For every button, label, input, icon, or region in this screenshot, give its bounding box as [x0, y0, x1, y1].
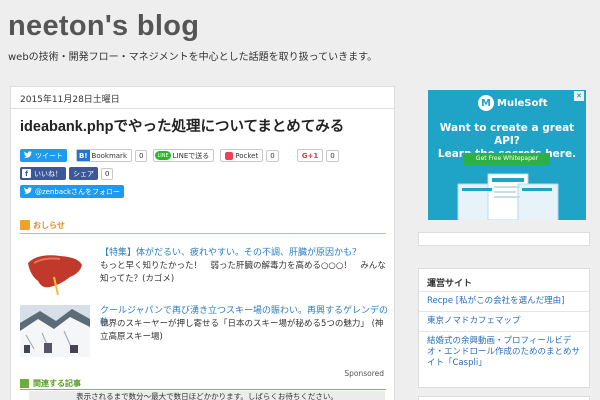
share-row-2: f いいね！ シェア 0 [20, 167, 114, 180]
sidebar-blank-box [418, 232, 590, 246]
whitepaper-illustration [448, 172, 568, 220]
google-plus-count: 0 [326, 149, 339, 162]
ski-resort-thumbnail [20, 305, 90, 357]
news-description: 世界のスキーヤーが押し寄せる「日本のスキー場が秘める5つの魅力」 (神立高原スキ… [100, 319, 384, 342]
facebook-count: 0 [101, 167, 114, 180]
mulesoft-logo: M MuleSoft [478, 95, 547, 111]
news-description: もっと早く知りたかった！ 弱った肝臓の解毒力を高める○○○！ みんな知ってた？(… [100, 261, 386, 284]
blog-title[interactable]: neeton's blog [8, 8, 588, 44]
news-item[interactable]: 【特集】体がだるい、疲れやすい。その不調、肝臓が原因かも？ もっと早く知りたかっ… [20, 247, 390, 299]
sidebar-link[interactable]: Recpe [私がこの会社を選んだ理由] [419, 291, 589, 311]
mulesoft-ad[interactable]: ✕ M MuleSoft Want to create a great API?… [428, 90, 586, 220]
ad-close-icon[interactable]: ✕ [574, 91, 584, 101]
loading-message: 表示されるまで数分〜最大で数日ほどかかります。しばらくお待ちください。 [29, 391, 385, 400]
share-row-3: @zenbackさんをフォロー [20, 185, 125, 198]
news-item[interactable]: クールジャパンで再び湧き立つスキー場の賑わい。再興するゲレンデの軌 世界のスキー… [20, 305, 390, 357]
hatena-count: 0 [135, 149, 148, 162]
sponsored-label: Sponsored [344, 369, 384, 378]
pocket-icon [225, 151, 234, 160]
tweet-button[interactable]: ツイート [20, 149, 67, 162]
notice-divider [20, 233, 386, 234]
facebook-like-button[interactable]: f いいね！ [20, 167, 66, 180]
blog-description: webの技術・開発フロー・マネジメントを中心とした話題を取り扱っていきます。 [8, 52, 378, 63]
line-icon: LINE [155, 151, 171, 160]
sidebar-link[interactable]: 結婚式の余興動画・プロフィールビデオ・エンドロール作成のためのまとめサイト「Ca… [419, 331, 589, 373]
notice-heading: おしらせ [20, 218, 65, 232]
ad-cta-button[interactable]: Get Free Whitepaper [464, 153, 550, 165]
facebook-share-button[interactable]: シェア [69, 167, 98, 180]
post-date: 2015年11月28日土曜日 [11, 87, 394, 109]
blog-header: neeton's blog webの技術・開発フロー・マネジメントを中心とした話… [8, 8, 588, 64]
post-card: 2015年11月28日土曜日 ideabank.phpでやった処理についてまとめ… [10, 86, 395, 400]
related-icon [20, 379, 29, 388]
hatena-b-icon: B! [77, 150, 90, 161]
liver-thumbnail [20, 247, 90, 299]
notice-icon [20, 220, 30, 230]
google-plus-button[interactable]: G+1 [296, 149, 324, 162]
hatena-bookmark-button[interactable]: B! Bookmark [76, 149, 132, 162]
news-title[interactable]: 【特集】体がだるい、疲れやすい。その不調、肝臓が原因かも？ [100, 247, 390, 259]
share-row-1: ツイート B! Bookmark 0 LINE LINEで送る Pocket 0… [20, 149, 339, 162]
pocket-count: 0 [266, 149, 279, 162]
line-share-button[interactable]: LINE LINEで送る [153, 149, 215, 162]
facebook-icon: f [22, 169, 31, 178]
post-title[interactable]: ideabank.phpでやった処理についてまとめてみる [20, 118, 394, 136]
related-articles-heading: 関連する記事 [20, 378, 386, 390]
follow-button[interactable]: @zenbackさんをフォロー [20, 185, 125, 198]
sites-heading: 運営サイト [427, 279, 473, 289]
sidebar-link[interactable]: 東京ノマドカフェマップ [419, 311, 589, 331]
mulesoft-logo-icon: M [478, 95, 494, 111]
twitter-bird-icon [24, 187, 32, 196]
twitter-bird-icon [24, 151, 32, 160]
sidebar-sites-box: 運営サイト Recpe [私がこの会社を選んだ理由] 東京ノマドカフェマップ 結… [418, 268, 590, 388]
pocket-button[interactable]: Pocket [220, 149, 264, 162]
sidebar-next-box [418, 396, 590, 400]
